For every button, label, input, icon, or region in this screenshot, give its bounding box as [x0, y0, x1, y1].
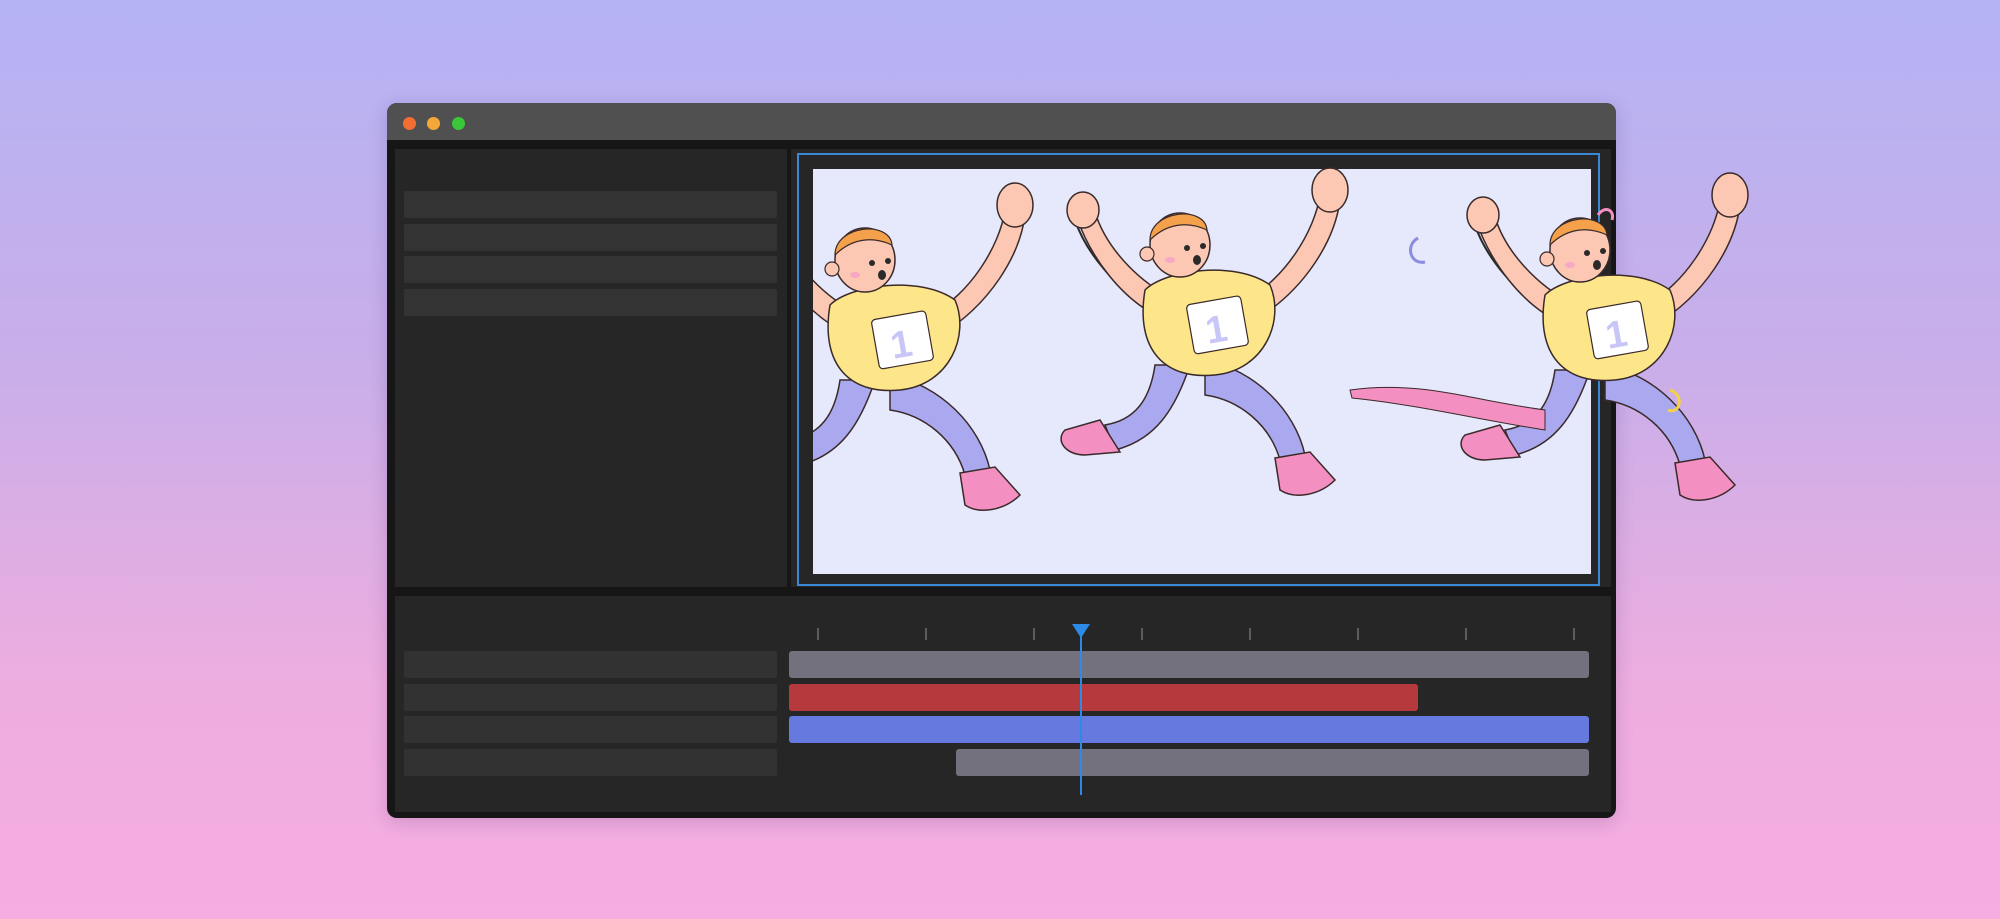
page-background: { "window": { "controls": ["close-icon",… [0, 0, 2000, 919]
running-characters-image: 1 [813, 167, 1749, 512]
